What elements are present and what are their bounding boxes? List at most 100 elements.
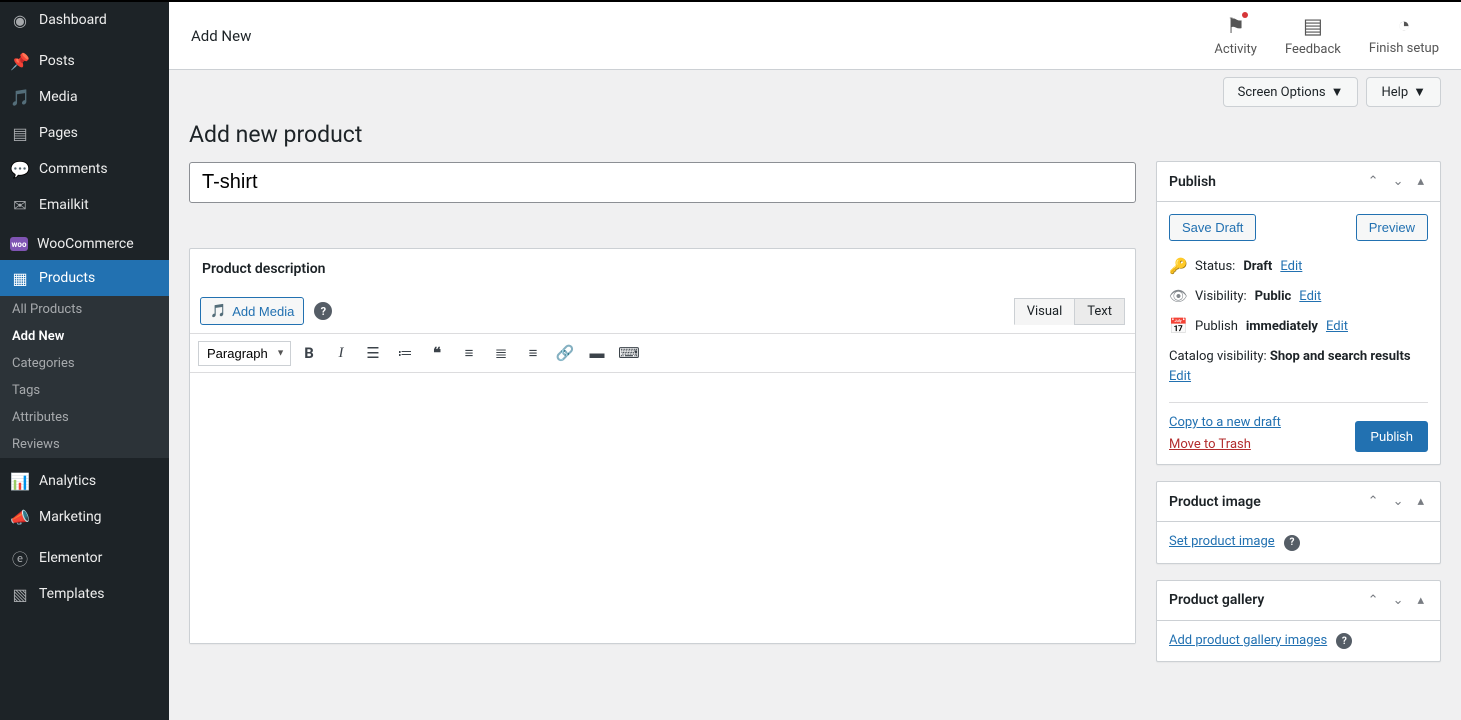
sub-reviews[interactable]: Reviews (0, 431, 169, 458)
preview-button[interactable]: Preview (1356, 214, 1428, 241)
activity-button[interactable]: ⚑Activity (1214, 14, 1257, 57)
toolbar-toggle-button[interactable]: ⌨ (615, 339, 643, 367)
description-heading: Product description (202, 261, 325, 277)
move-down-icon[interactable]: ⌄ (1389, 492, 1408, 511)
paragraph-select[interactable]: Paragraph (198, 341, 291, 366)
italic-button[interactable]: I (327, 339, 355, 367)
readmore-button[interactable]: ▬ (583, 339, 611, 367)
align-right-button[interactable]: ≡ (519, 339, 547, 367)
media-icon: 🎵 (210, 303, 226, 319)
caret-down-icon: ▼ (1331, 84, 1344, 100)
toggle-icon[interactable]: ▴ (1413, 172, 1428, 191)
screen-options-toggle[interactable]: Screen Options ▼ (1223, 77, 1359, 107)
mail-icon: ✉ (10, 195, 30, 215)
product-image-panel: Product image ⌃ ⌄ ▴ Set product image ? (1156, 481, 1441, 564)
number-list-button[interactable]: ≔ (391, 339, 419, 367)
copy-draft-link[interactable]: Copy to a new draft (1169, 415, 1281, 430)
elementor-icon: ⓔ (10, 548, 30, 568)
help-icon[interactable]: ? (314, 302, 332, 320)
visual-tab[interactable]: Visual (1014, 298, 1075, 325)
move-down-icon[interactable]: ⌄ (1389, 591, 1408, 610)
product-image-heading: Product image (1169, 494, 1261, 510)
calendar-icon: 📅 (1169, 317, 1187, 335)
publish-panel: Publish ⌃⌄▴ Save Draft Preview 🔑Status: … (1156, 161, 1441, 465)
admin-sidebar: ◉Dashboard 📌 Posts 🎵Media ▤ Pages 💬Comment… (0, 2, 169, 720)
align-left-button[interactable]: ≡ (455, 339, 483, 367)
move-up-icon[interactable]: ⌃ (1364, 591, 1383, 610)
sub-tags[interactable]: Tags (0, 377, 169, 404)
help-icon[interactable]: ? (1284, 535, 1300, 551)
sub-add-new[interactable]: Add New (0, 323, 169, 350)
move-up-icon[interactable]: ⌃ (1364, 172, 1383, 191)
add-media-button[interactable]: 🎵Add Media (200, 297, 304, 325)
templates-icon: ▧ (10, 584, 30, 604)
sub-attributes[interactable]: Attributes (0, 404, 169, 431)
move-up-icon[interactable]: ⌃ (1364, 492, 1383, 511)
gallery-heading: Product gallery (1169, 592, 1264, 608)
menu-templates[interactable]: ▧Templates (0, 576, 169, 612)
product-title-input[interactable] (189, 162, 1136, 203)
toggle-icon[interactable]: ▴ (1413, 492, 1428, 511)
caret-down-icon: ▼ (1413, 84, 1426, 100)
menu-label: Pages (39, 125, 78, 141)
align-center-button[interactable]: ≣ (487, 339, 515, 367)
menu-woocommerce[interactable]: woo WooCommerce (0, 228, 169, 260)
menu-label: WooCommerce (37, 236, 134, 252)
menu-label: Media (39, 89, 78, 105)
edit-status-link[interactable]: Edit (1280, 259, 1302, 274)
main-content: Add New ⚑Activity ▤Feedback ◔Finish setu… (169, 2, 1461, 720)
help-toggle[interactable]: Help ▼ (1366, 77, 1441, 107)
dashboard-icon: ◉ (10, 10, 30, 30)
move-trash-link[interactable]: Move to Trash (1169, 437, 1281, 452)
menu-posts[interactable]: 📌 Posts (0, 43, 169, 79)
save-draft-button[interactable]: Save Draft (1169, 214, 1256, 241)
menu-analytics[interactable]: 📊 Analytics (0, 463, 169, 499)
menu-label: Comments (39, 161, 108, 177)
set-image-link[interactable]: Set product image (1169, 534, 1275, 549)
menu-label: Products (39, 270, 95, 286)
help-icon[interactable]: ? (1336, 633, 1352, 649)
edit-visibility-link[interactable]: Edit (1299, 289, 1321, 304)
products-icon: ▦ (10, 268, 30, 288)
menu-elementor[interactable]: ⓔ Elementor (0, 540, 169, 576)
link-button[interactable]: 🔗 (551, 339, 579, 367)
toggle-icon[interactable]: ▴ (1413, 591, 1428, 610)
menu-dashboard[interactable]: ◉Dashboard (0, 2, 169, 38)
menu-label: Analytics (39, 473, 96, 489)
publish-button[interactable]: Publish (1355, 421, 1428, 452)
add-gallery-link[interactable]: Add product gallery images (1169, 633, 1327, 648)
menu-media[interactable]: 🎵Media (0, 79, 169, 115)
finish-setup-button[interactable]: ◔Finish setup (1369, 14, 1439, 57)
menu-emailkit[interactable]: ✉Emailkit (0, 187, 169, 223)
bold-button[interactable]: B (295, 339, 323, 367)
menu-pages[interactable]: ▤ Pages (0, 115, 169, 151)
pages-icon: ▤ (10, 123, 30, 143)
woo-icon: woo (10, 237, 28, 251)
page-title: Add new product (189, 121, 1136, 148)
breadcrumb-tab: Add New (191, 21, 251, 51)
sub-all-products[interactable]: All Products (0, 296, 169, 323)
text-tab[interactable]: Text (1074, 298, 1125, 325)
move-down-icon[interactable]: ⌄ (1389, 172, 1408, 191)
product-gallery-panel: Product gallery ⌃ ⌄ ▴ Add product gallery … (1156, 580, 1441, 663)
bullet-list-button[interactable]: ☰ (359, 339, 387, 367)
megaphone-icon: 📣 (10, 507, 30, 527)
pin-icon: 📌 (10, 51, 30, 71)
publish-heading: Publish (1169, 174, 1216, 190)
quote-button[interactable]: ❝ (423, 339, 451, 367)
feedback-button[interactable]: ▤Feedback (1285, 14, 1341, 57)
menu-label: Posts (39, 53, 75, 69)
feedback-icon: ▤ (1303, 14, 1323, 39)
menu-comments[interactable]: 💬Comments (0, 151, 169, 187)
sub-categories[interactable]: Categories (0, 350, 169, 377)
flag-icon: ⚑ (1226, 14, 1245, 39)
progress-icon: ◔ (1398, 14, 1411, 38)
edit-date-link[interactable]: Edit (1326, 319, 1348, 334)
menu-label: Elementor (39, 550, 102, 566)
menu-products[interactable]: ▦ Products (0, 260, 169, 296)
eye-icon: 👁 (1169, 287, 1187, 305)
chart-icon: 📊 (10, 471, 30, 491)
menu-marketing[interactable]: 📣Marketing (0, 499, 169, 535)
editor-textarea[interactable] (190, 373, 1135, 643)
edit-catalog-link[interactable]: Edit (1169, 369, 1191, 384)
